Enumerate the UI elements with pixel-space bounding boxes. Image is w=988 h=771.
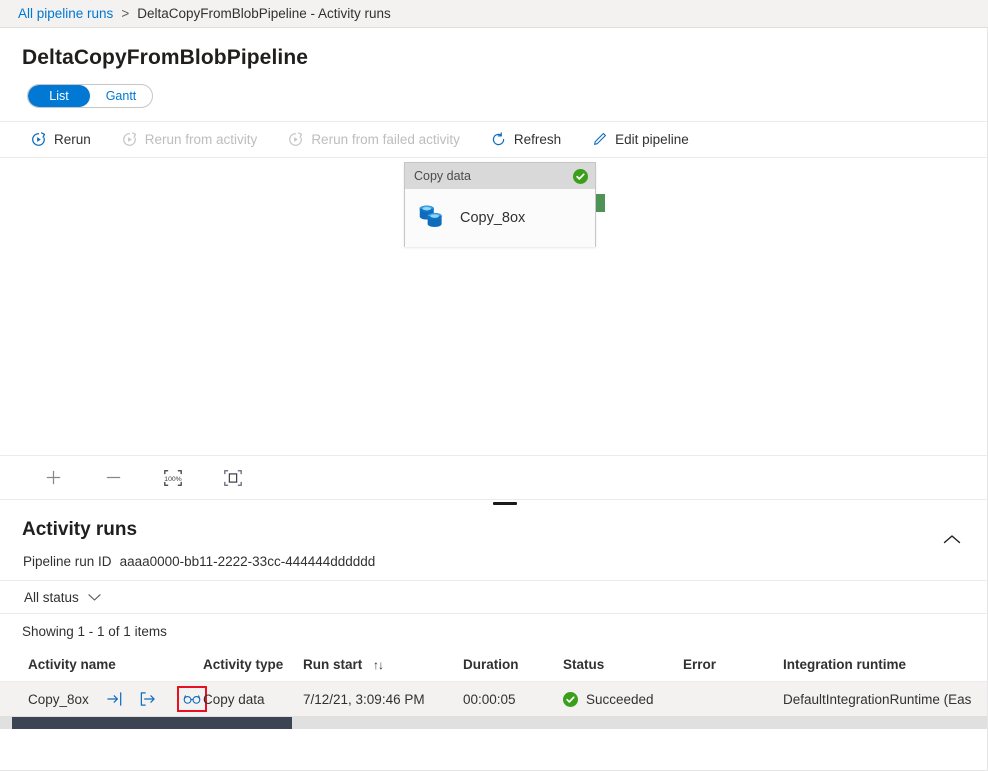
splitter-handle[interactable] [493,502,517,505]
rerun-from-activity-icon [121,131,138,148]
node-output-connector[interactable] [596,194,605,212]
copy-data-database-icon [417,203,447,234]
canvas-zoom-toolbar: 100% [0,455,987,499]
svg-text:100%: 100% [164,476,181,483]
sort-indicator-icon: ↑↓ [373,658,383,672]
table-horizontal-scrollbar-thumb[interactable] [12,717,292,729]
activity-node-name: Copy_8ox [460,210,525,226]
breadcrumb-all-pipeline-runs-link[interactable]: All pipeline runs [18,6,113,21]
edit-pipeline-button[interactable]: Edit pipeline [591,127,705,152]
refresh-icon [490,131,507,148]
table-row[interactable]: Copy_8ox [0,682,987,717]
cell-activity-type: Copy data [203,692,303,707]
column-header-status[interactable]: Status [563,657,683,672]
activity-node-copy-data[interactable]: Copy data [404,162,596,247]
reset-zoom-button[interactable]: 100% [158,463,188,493]
pipeline-run-id-row: Pipeline run ID aaaa0000-bb11-2222-33cc-… [0,547,987,569]
tab-list[interactable]: List [28,85,90,107]
table-horizontal-scrollbar[interactable] [0,717,987,729]
command-bar: Rerun Rerun from activity Rerun from [0,121,987,158]
pipeline-run-id-label: Pipeline run ID [23,554,112,569]
breadcrumb-current: DeltaCopyFromBlobPipeline - Activity run… [137,6,391,21]
fit-to-screen-button[interactable] [218,463,248,493]
column-header-run-start[interactable]: Run start ↑↓ [303,657,463,672]
pencil-icon [591,131,608,148]
cell-activity-name: Copy_8ox [0,686,203,712]
input-icon[interactable] [107,690,125,708]
zoom-in-button[interactable] [38,463,68,493]
cell-status: Succeeded [563,692,683,707]
cell-duration: 00:00:05 [463,692,563,707]
view-toggle: List Gantt [27,84,153,108]
rerun-from-failed-activity-label: Rerun from failed activity [311,132,460,147]
column-header-activity-type[interactable]: Activity type [203,657,303,672]
column-header-run-start-label: Run start [303,657,362,672]
status-success-icon [563,692,578,707]
breadcrumb: All pipeline runs > DeltaCopyFromBlobPip… [0,0,988,28]
success-check-icon [573,169,588,184]
cell-run-start: 7/12/21, 3:09:46 PM [303,692,463,707]
details-glasses-icon[interactable] [183,690,201,708]
column-header-integration-runtime[interactable]: Integration runtime [783,657,973,672]
rerun-from-failed-activity-button[interactable]: Rerun from failed activity [287,127,476,152]
rerun-icon [30,131,47,148]
showing-count-label: Showing 1 - 1 of 1 items [0,614,987,639]
pipeline-run-id-value: aaaa0000-bb11-2222-33cc-444444dddddd [120,554,376,569]
activity-name-value: Copy_8ox [28,692,89,707]
rerun-from-failed-activity-icon [287,131,304,148]
rerun-from-activity-button[interactable]: Rerun from activity [121,127,274,152]
output-icon[interactable] [139,690,157,708]
activity-runs-header: Activity runs [0,509,987,547]
zoom-out-button[interactable] [98,463,128,493]
rerun-from-activity-label: Rerun from activity [145,132,258,147]
pipeline-activity-runs-page: DeltaCopyFromBlobPipeline List Gantt Rer… [0,28,988,771]
panel-splitter[interactable] [0,499,987,509]
refresh-button-label: Refresh [514,132,561,147]
activity-node-header: Copy data [405,163,595,189]
activity-node-type-label: Copy data [414,169,471,183]
chevron-down-icon [88,590,101,605]
status-badge: Succeeded [586,692,654,707]
tab-gantt[interactable]: Gantt [90,85,152,107]
page-title: DeltaCopyFromBlobPipeline [0,28,987,70]
pipeline-canvas[interactable]: Copy data [0,158,987,455]
row-action-icons [107,686,201,712]
cell-integration-runtime: DefaultIntegrationRuntime (Eas [783,692,973,707]
status-filter-value: All status [24,590,79,605]
activity-runs-panel: Activity runs Pipeline run ID aaaa0000-b… [0,509,987,729]
refresh-button[interactable]: Refresh [490,127,577,152]
rerun-button-label: Rerun [54,132,91,147]
activity-runs-table: Activity name Activity type Run start ↑↓… [0,648,987,717]
column-header-activity-name[interactable]: Activity name [0,657,203,672]
status-filter-dropdown[interactable]: All status [24,590,101,605]
activity-node-body: Copy_8ox [405,189,595,247]
edit-pipeline-label: Edit pipeline [615,132,689,147]
table-header-row: Activity name Activity type Run start ↑↓… [0,648,987,682]
column-header-duration[interactable]: Duration [463,657,563,672]
column-header-error[interactable]: Error [683,657,783,672]
rerun-button[interactable]: Rerun [30,127,107,152]
activity-runs-title: Activity runs [22,519,137,541]
filter-row: All status [0,580,987,614]
breadcrumb-separator: > [121,6,129,21]
chevron-up-icon[interactable] [939,531,965,547]
